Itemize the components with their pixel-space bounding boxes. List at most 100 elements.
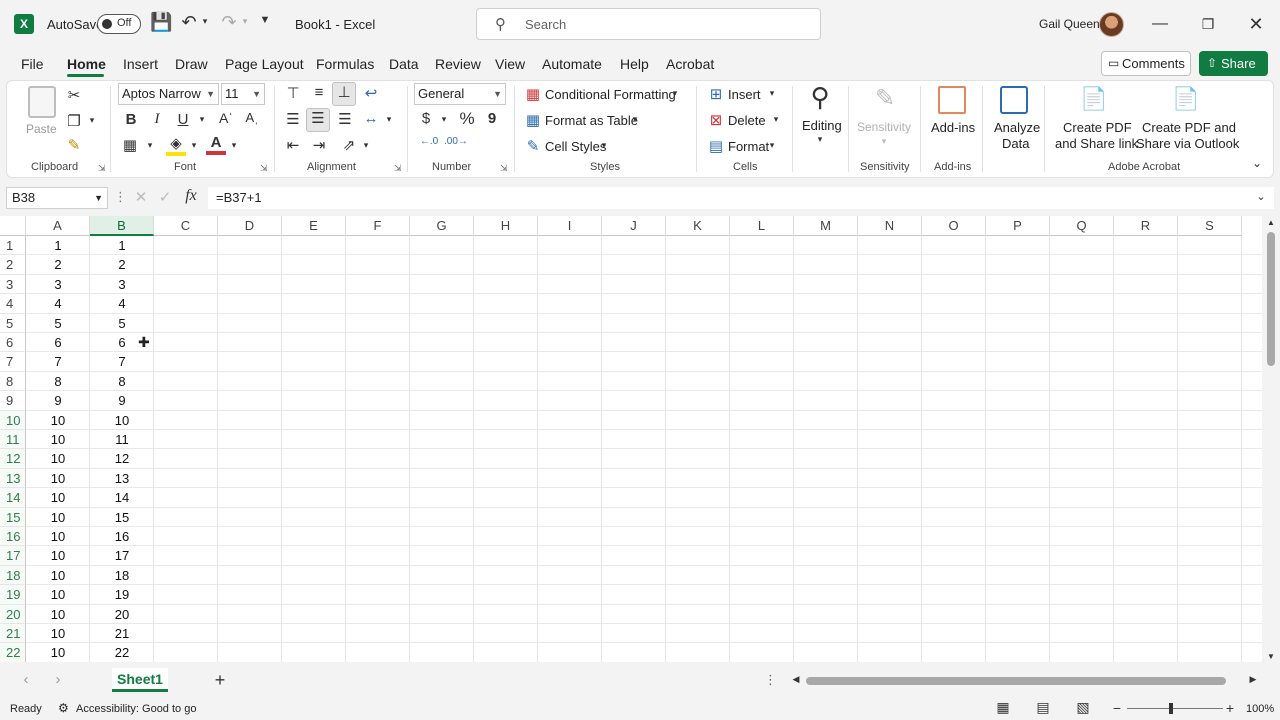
chevron-down-icon[interactable]: ▾ [630,114,640,125]
tab-acrobat[interactable]: Acrobat [666,56,714,72]
cell-a[interactable]: 10 [26,527,90,546]
row-header[interactable]: 22 [0,643,26,662]
create-pdf-link-line1[interactable]: Create PDF [1063,120,1132,135]
align-left-icon[interactable]: ☰ [282,110,304,128]
row-header[interactable]: 20 [0,604,26,624]
fill-color-dropdown-icon[interactable]: ▾ [188,140,200,151]
row-header[interactable]: 16 [0,527,26,547]
fill-color-icon[interactable]: ◈ [166,134,186,156]
row-header[interactable]: 6 [0,333,26,353]
scroll-left-icon[interactable]: ◀ [789,674,803,685]
undo-dropdown-icon[interactable]: ▾ [200,16,210,27]
column-header-c[interactable]: C [154,216,218,236]
restore-icon[interactable]: ❐ [1185,8,1231,40]
decrease-font-icon[interactable]: Aˌ [242,110,262,125]
analyze-data-line2[interactable]: Data [1002,136,1029,151]
cell-a[interactable]: 1 [26,236,90,255]
scroll-right-icon[interactable]: ▶ [1246,674,1260,685]
minimize-icon[interactable]: — [1137,8,1183,40]
editing-search-icon[interactable]: ⚲ [805,82,835,113]
cell-b[interactable]: 18 [90,566,154,585]
orientation-dropdown-icon[interactable]: ▾ [360,140,372,151]
increase-indent-icon[interactable]: ⇥ [308,136,330,154]
cell-a[interactable]: 10 [26,488,90,507]
cell-a[interactable]: 2 [26,255,90,274]
cell-b[interactable]: 2 [90,255,154,274]
tab-insert[interactable]: Insert [123,56,158,72]
tab-view[interactable]: View [495,56,525,72]
page-layout-view-icon[interactable]: ▤ [1034,699,1052,716]
copy-dropdown-icon[interactable]: ▾ [86,115,98,126]
decrease-decimal-icon[interactable]: .00→ [444,136,468,147]
cell-b[interactable]: 1 [90,236,154,255]
zoom-slider-thumb[interactable] [1169,703,1173,714]
save-icon[interactable]: 💾 [150,12,172,33]
formula-input[interactable]: =B37+1 [208,187,1274,209]
search-box[interactable]: ⚲ Search [476,8,821,40]
merge-center-icon[interactable]: ↔ [360,110,382,127]
cell-a[interactable]: 10 [26,546,90,565]
cell-a[interactable]: 3 [26,275,90,294]
chevron-down-icon[interactable]: ▾ [879,136,889,147]
cell-b[interactable]: 14 [90,488,154,507]
format-cells-button[interactable]: Format [728,139,769,154]
increase-font-icon[interactable]: Aˈ [216,110,236,126]
chevron-down-icon[interactable]: ▾ [670,88,680,99]
sensitivity-button[interactable]: Sensitivity [857,120,911,134]
create-pdf-outlook-line2[interactable]: Share via Outlook [1136,136,1239,151]
format-cells-icon[interactable]: ▤ [707,137,725,155]
clipboard-launcher-icon[interactable]: ⇲ [98,163,106,174]
chevron-down-icon[interactable]: ▾ [767,88,777,99]
accessibility-status[interactable]: Accessibility: Good to go [76,703,196,715]
delete-cells-button[interactable]: Delete [728,113,766,128]
select-all-corner[interactable] [0,216,26,236]
column-header-d[interactable]: D [218,216,282,236]
chevron-down-icon[interactable]: ▾ [815,134,825,145]
paste-label[interactable]: Paste [26,122,57,136]
column-header-b[interactable]: B [90,216,154,236]
comments-button[interactable]: Comments [1101,51,1191,76]
insert-cells-icon[interactable]: ⊞ [707,85,725,103]
confirm-entry-icon[interactable]: ✓ [156,188,174,206]
row-header[interactable]: 19 [0,585,26,605]
tab-help[interactable]: Help [620,56,649,72]
tab-data[interactable]: Data [389,56,419,72]
align-bottom-icon[interactable]: ⊥ [332,82,356,106]
create-pdf-link-icon[interactable]: 📄 [1080,86,1108,112]
cell-a[interactable]: 10 [26,411,90,430]
column-header-a[interactable]: A [26,216,90,236]
cell-a[interactable]: 10 [26,566,90,585]
add-ins-icon[interactable] [938,86,966,114]
zoom-level[interactable]: 100% [1246,703,1274,715]
tab-page-layout[interactable]: Page Layout [225,56,304,72]
insert-function-icon[interactable]: fx [180,187,202,205]
delete-cells-icon[interactable]: ⊠ [707,111,725,129]
cell-b[interactable]: 22 [90,643,154,662]
zoom-out-icon[interactable]: − [1110,700,1124,716]
row-header[interactable]: 15 [0,507,26,527]
add-ins-button[interactable]: Add-ins [931,120,975,135]
row-header[interactable]: 17 [0,546,26,566]
cancel-entry-icon[interactable]: ✕ [132,188,150,206]
sheet-options-icon[interactable]: ⋮ [764,672,777,688]
row-header[interactable]: 2 [0,255,26,275]
underline-button[interactable]: U [174,111,192,128]
cell-styles-icon[interactable]: ✎ [524,137,542,155]
font-color-icon[interactable]: A [206,134,226,155]
italic-button[interactable]: I [148,111,166,128]
column-header-k[interactable]: K [666,216,730,236]
cell-a[interactable]: 10 [26,643,90,662]
column-header-s[interactable]: S [1178,216,1242,236]
chevron-down-icon[interactable]: ▾ [599,140,609,151]
row-header[interactable]: 1 [0,236,26,256]
cell-a[interactable]: 10 [26,624,90,643]
cell-b[interactable]: 15 [90,508,154,527]
share-button[interactable]: Share [1199,51,1268,76]
cell-b[interactable]: 9 [90,391,154,410]
tab-home[interactable]: Home [67,56,106,72]
row-header[interactable]: 21 [0,624,26,644]
row-header[interactable]: 12 [0,449,26,469]
currency-dropdown-icon[interactable]: ▾ [438,114,450,125]
conditional-formatting-icon[interactable]: ▦ [524,85,542,103]
column-header-r[interactable]: R [1114,216,1178,236]
